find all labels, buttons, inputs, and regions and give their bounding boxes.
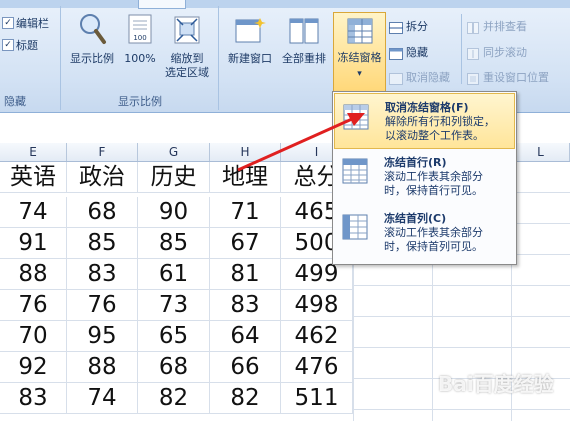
annotation-arrow bbox=[237, 113, 365, 172]
watermark: Bai百度经验 bbox=[438, 372, 554, 396]
